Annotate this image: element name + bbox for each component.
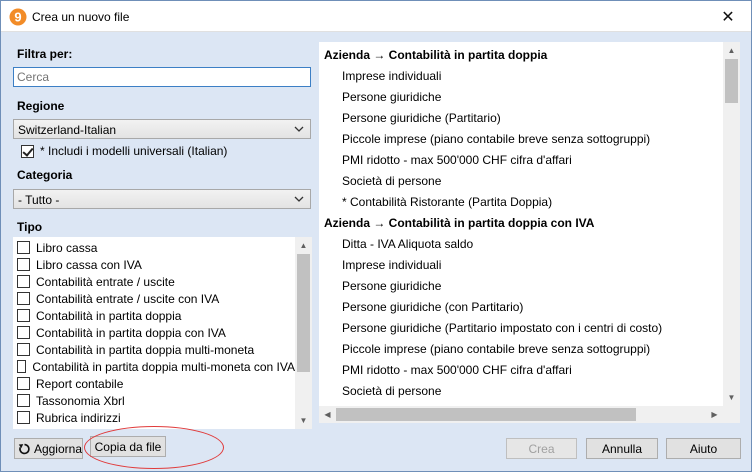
- template-item[interactable]: PMI ridotto - max 500'000 CHF cifra d'af…: [319, 149, 723, 170]
- type-item-label: Tassonomia Xbrl: [36, 393, 125, 408]
- chevron-down-icon: [294, 126, 304, 132]
- type-item-label: Libro cassa con IVA: [36, 257, 142, 272]
- type-list-scrollbar[interactable]: ▲ ▼: [295, 237, 312, 429]
- type-item[interactable]: Contabilità entrate / uscite: [17, 273, 295, 290]
- create-new-file-dialog: 9 Crea un nuovo file ✕ Filtra per: Regio…: [0, 0, 752, 472]
- include-universal-option[interactable]: * Includi i modelli universali (Italian): [21, 144, 227, 158]
- refresh-button-label: Aggiorna: [33, 441, 82, 456]
- region-selected-value: Switzerland-Italian: [18, 123, 117, 137]
- type-item[interactable]: Contabilità in partita doppia: [17, 307, 295, 324]
- type-item[interactable]: Contabilità in partita doppia multi-mone…: [17, 341, 295, 358]
- template-list-hscrollbar[interactable]: ◀ ▶: [319, 406, 740, 423]
- type-item-label: Contabilità in partita doppia: [36, 308, 182, 323]
- type-item-label: Contabilità entrate / uscite: [36, 274, 175, 289]
- type-checkbox[interactable]: [17, 411, 30, 424]
- type-item[interactable]: Contabilità in partita doppia multi-mone…: [17, 358, 295, 375]
- type-item[interactable]: Libro cassa: [17, 239, 295, 256]
- filter-label: Filtra per:: [17, 47, 73, 61]
- create-button-label: Crea: [528, 441, 555, 456]
- scrollbar-thumb[interactable]: [297, 254, 310, 372]
- type-item[interactable]: Libro cassa con IVA: [17, 256, 295, 273]
- template-item[interactable]: Imprese individuali: [319, 65, 723, 86]
- scrollbar-thumb[interactable]: [725, 59, 738, 103]
- type-item[interactable]: Report contabile: [17, 375, 295, 392]
- template-group-header[interactable]: Azienda → Contabilità in partita doppia: [319, 44, 723, 65]
- template-item[interactable]: Piccole imprese (piano contabile breve s…: [319, 338, 723, 359]
- type-checkbox[interactable]: [17, 292, 30, 305]
- category-selected-value: - Tutto -: [18, 193, 60, 207]
- scrollbar-thumb[interactable]: [336, 408, 636, 421]
- refresh-icon: [18, 443, 30, 454]
- include-universal-label: * Includi i modelli universali (Italian): [40, 144, 228, 158]
- template-item[interactable]: Ditta - IVA Aliquota saldo: [319, 233, 723, 254]
- type-item[interactable]: Contabilità in partita doppia con IVA: [17, 324, 295, 341]
- scroll-up-icon[interactable]: ▲: [295, 237, 312, 254]
- type-checkbox[interactable]: [17, 258, 30, 271]
- title-bar: 9 Crea un nuovo file ✕: [1, 1, 751, 32]
- scroll-left-icon[interactable]: ◀: [319, 406, 336, 423]
- type-checkbox[interactable]: [17, 360, 27, 373]
- type-item[interactable]: Rubrica indirizzi: [17, 409, 295, 426]
- region-select[interactable]: Switzerland-Italian: [13, 119, 311, 139]
- copy-from-file-label: Copia da file: [94, 439, 162, 454]
- type-item-label: Contabilità in partita doppia con IVA: [36, 325, 226, 340]
- type-checkbox[interactable]: [17, 377, 30, 390]
- type-label: Tipo: [17, 220, 43, 234]
- close-icon: ✕: [721, 8, 735, 26]
- scroll-right-icon[interactable]: ▶: [706, 406, 723, 423]
- include-universal-checkbox[interactable]: [21, 144, 34, 158]
- template-item[interactable]: * Contabilità Ristorante (Partita Doppia…: [319, 191, 723, 212]
- template-item[interactable]: Persone giuridiche: [319, 86, 723, 107]
- svg-text:9: 9: [14, 10, 21, 25]
- cancel-button-label: Annulla: [601, 441, 643, 456]
- scroll-down-icon[interactable]: ▼: [723, 389, 740, 406]
- type-checkbox[interactable]: [17, 394, 30, 407]
- template-rows: Azienda → Contabilità in partita doppia …: [319, 44, 723, 401]
- type-checkbox[interactable]: [17, 343, 30, 356]
- window-title: Crea un nuovo file: [32, 10, 130, 24]
- scrollbar-corner: [723, 406, 740, 423]
- search-input[interactable]: [13, 67, 311, 87]
- copy-from-file-button[interactable]: Copia da file: [90, 436, 166, 457]
- template-item[interactable]: Persone giuridiche: [319, 275, 723, 296]
- type-list: Libro cassa Libro cassa con IVA Contabil…: [13, 237, 312, 429]
- template-item[interactable]: Persone giuridiche (con Partitario): [319, 296, 723, 317]
- cancel-button[interactable]: Annulla: [586, 438, 658, 459]
- template-list: Azienda → Contabilità in partita doppia …: [319, 42, 740, 423]
- template-item[interactable]: Società di persone: [319, 170, 723, 191]
- type-item-label: Rubrica indirizzi: [36, 410, 121, 425]
- template-item[interactable]: Imprese individuali: [319, 254, 723, 275]
- template-list-vscrollbar[interactable]: ▲ ▼: [723, 42, 740, 406]
- type-item[interactable]: Tassonomia Xbrl: [17, 392, 295, 409]
- type-item-label: Contabilità in partita doppia multi-mone…: [36, 342, 255, 357]
- close-button[interactable]: ✕: [705, 1, 751, 32]
- help-button[interactable]: Aiuto: [666, 438, 741, 459]
- type-item-label: Libro cassa: [36, 240, 98, 255]
- type-checkbox[interactable]: [17, 275, 30, 288]
- type-checkbox[interactable]: [17, 241, 30, 254]
- type-items: Libro cassa Libro cassa con IVA Contabil…: [17, 239, 295, 426]
- template-group-header[interactable]: Azienda → Contabilità in partita doppia …: [319, 212, 723, 233]
- type-checkbox[interactable]: [17, 326, 30, 339]
- type-item[interactable]: Contabilità entrate / uscite con IVA: [17, 290, 295, 307]
- template-item[interactable]: PMI ridotto - max 500'000 CHF cifra d'af…: [319, 359, 723, 380]
- template-item[interactable]: Società di persone: [319, 380, 723, 401]
- category-label: Categoria: [17, 168, 73, 182]
- type-checkbox[interactable]: [17, 309, 30, 322]
- type-item-label: Contabilità in partita doppia multi-mone…: [32, 359, 295, 374]
- scroll-down-icon[interactable]: ▼: [295, 412, 312, 429]
- app-logo-9-icon: 9: [9, 8, 27, 26]
- category-select[interactable]: - Tutto -: [13, 189, 311, 209]
- template-item[interactable]: Piccole imprese (piano contabile breve s…: [319, 128, 723, 149]
- create-button[interactable]: Crea: [506, 438, 577, 459]
- scroll-up-icon[interactable]: ▲: [723, 42, 740, 59]
- chevron-down-icon: [294, 196, 304, 202]
- type-item-label: Contabilità entrate / uscite con IVA: [36, 291, 220, 306]
- help-button-label: Aiuto: [689, 441, 718, 456]
- region-label: Regione: [17, 99, 65, 113]
- refresh-button[interactable]: Aggiorna: [14, 438, 83, 459]
- type-item-label: Report contabile: [36, 376, 124, 391]
- template-item[interactable]: Persone giuridiche (Partitario impostato…: [319, 317, 723, 338]
- template-item[interactable]: Persone giuridiche (Partitario): [319, 107, 723, 128]
